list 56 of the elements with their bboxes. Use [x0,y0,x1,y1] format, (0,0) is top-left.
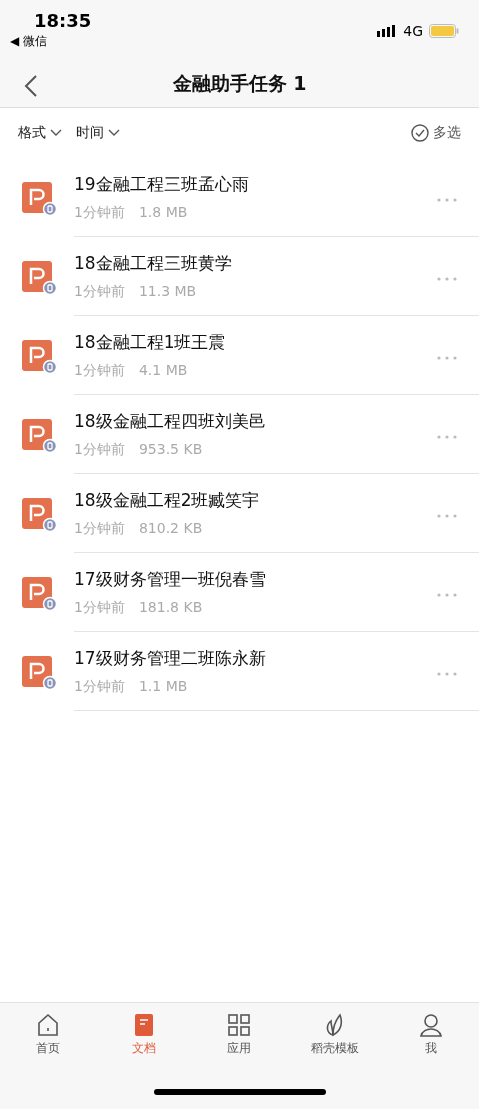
more-icon [437,197,457,202]
file-name[interactable]: 18级金融工程四班刘美邑 [74,409,433,433]
more-icon [437,355,457,360]
presentation-file-icon [21,653,57,690]
network-type: 4G [403,23,423,39]
modified-time: 1分钟前 [74,440,125,459]
filter-dropdown[interactable]: 时间 [76,124,120,142]
modified-time: 1分钟前 [74,361,125,380]
modified-time: 1分钟前 [74,598,125,617]
more-icon [437,592,457,597]
file-size: 181.8 KB [138,598,203,617]
home-icon [35,1013,60,1037]
file-size: 810.2 KB [138,519,203,538]
more-icon [437,276,457,281]
more-icon [437,671,457,676]
file-name[interactable]: 18金融工程1班王震 [74,330,433,354]
tab-bar-item[interactable]: 文档 [95,1013,192,1057]
presentation-file-icon [21,179,57,216]
file-name[interactable]: 17级财务管理二班陈永新 [74,646,433,670]
presentation-file-icon [21,574,57,611]
tab-bar-item[interactable]: 我 [383,1013,479,1057]
battery-icon [429,24,459,38]
status-time: 18:35 [34,10,92,31]
tab-bar-item[interactable]: 应用 [191,1013,288,1057]
file-name[interactable]: 17级财务管理一班倪春雪 [74,567,433,591]
modified-time: 1分钟前 [74,677,125,696]
modified-time: 1分钟前 [74,203,125,222]
file-size: 953.5 KB [138,440,203,459]
multi-select-button[interactable]: 多选 [411,124,461,142]
file-size: 1.8 MB [138,203,188,222]
presentation-file-icon [21,495,57,532]
modified-time: 1分钟前 [74,519,125,538]
check-circle-icon [411,124,429,142]
file-name[interactable]: 19金融工程三班孟心雨 [74,172,433,196]
page-title: 金融助手任务 1 [172,70,307,96]
presentation-file-icon [21,416,57,453]
signal-icon [377,25,398,37]
filter-dropdown[interactable]: 格式 [18,124,62,142]
back-icon [24,74,38,98]
presentation-file-icon [21,337,57,374]
chevron-down-icon [108,129,120,137]
modified-time: 1分钟前 [74,282,125,301]
file-size: 4.1 MB [138,361,188,380]
presentation-file-icon [21,258,57,295]
chevron-down-icon [50,129,62,137]
person-icon [419,1013,444,1037]
file-size: 1.1 MB [138,677,188,696]
back-to-app-link[interactable]: ◀ 微信 [10,33,92,50]
more-icon [437,434,457,439]
file-name[interactable]: 18金融工程三班黄学 [74,251,433,275]
tab-bar-item[interactable]: 首页 [0,1013,96,1057]
grid-icon [227,1013,252,1037]
tab-bar-item[interactable]: 稻壳模板 [287,1013,384,1057]
file-name[interactable]: 18级金融工程2班臧笑宇 [74,488,433,512]
file-size: 11.3 MB [138,282,197,301]
more-icon [437,513,457,518]
